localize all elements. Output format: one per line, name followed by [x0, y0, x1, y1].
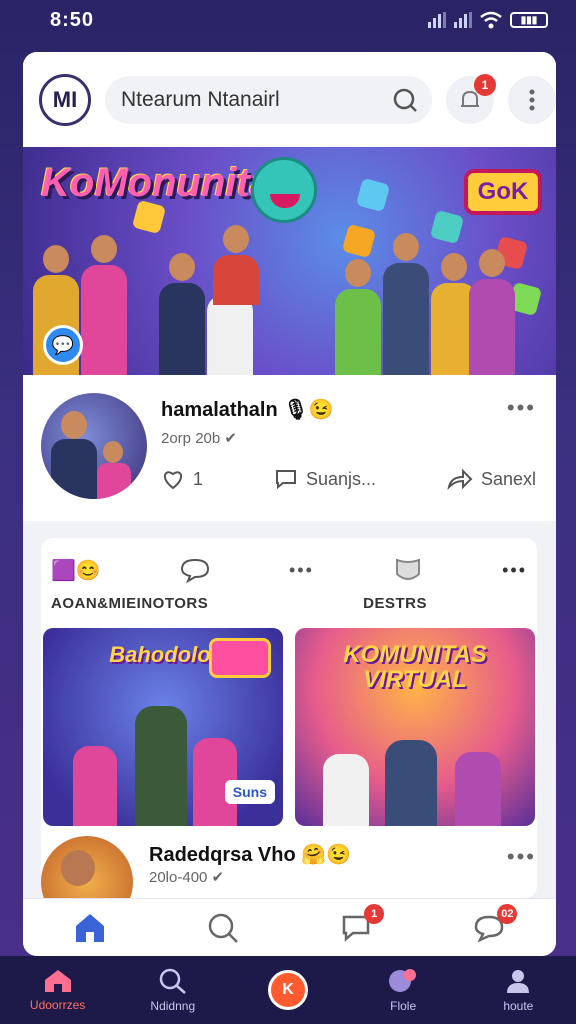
status-icons: ▮▮▮	[428, 11, 548, 29]
bottom-nav-search-label: Ndidnng	[150, 999, 196, 1013]
home-icon	[75, 913, 104, 942]
section-left-label[interactable]: AOAN&MIEINOTORS	[51, 595, 208, 612]
chat-bubble-icon	[389, 969, 417, 992]
search-bar[interactable]	[105, 75, 432, 124]
center-action-button[interactable]: K	[267, 970, 308, 1010]
feed-post-2[interactable]: Radedqrsa Vho 🤗😉 20lo-400 ✔ •••	[23, 828, 556, 928]
post-actions: 1 Suanjs... Sanexl	[161, 467, 536, 491]
thumbnail-card-right[interactable]: KOMUNITAS VIRTUAL	[295, 628, 535, 826]
share-button[interactable]: Sanexl	[447, 467, 536, 491]
share-label: Sanexl	[480, 468, 536, 489]
share-icon	[447, 468, 473, 491]
thumbnail-person	[385, 740, 437, 826]
magnifier-icon	[159, 968, 186, 994]
battery-icon: ▮▮▮	[510, 12, 548, 28]
app-logo[interactable]: MI	[39, 73, 91, 126]
emoji-tag-icon[interactable]: 🟪😊	[51, 558, 101, 583]
bottom-nav-account-label: houte	[503, 999, 534, 1013]
signal-icon	[428, 12, 446, 28]
community-people-illustration	[23, 225, 556, 375]
status-bar: 8:50 ▮▮▮	[0, 0, 576, 40]
more-menu-button[interactable]	[508, 75, 556, 124]
section-right-label[interactable]: DESTRS	[363, 595, 427, 612]
thumbnail-row: Bahodolol Suns KOMUNITAS VIRTUAL	[41, 628, 537, 826]
post-author-name[interactable]: hamalathaln 🎙😉	[161, 397, 334, 422]
bottom-nav-profile[interactable]: Flole	[353, 967, 453, 1013]
hero-banner[interactable]: KoMonunitas! GoK 💬	[23, 147, 556, 375]
section-toolbar: 🟪😊 ••• •••	[41, 552, 537, 588]
feed-post[interactable]: hamalathaln 🎙😉 2orp 20b ✔ ••• 1 Suanjs..…	[23, 375, 556, 521]
bottom-nav-account[interactable]: houte	[468, 967, 568, 1013]
hero-badge: GoK	[464, 169, 542, 215]
comment-label: Suanjs...	[305, 468, 376, 489]
comment-icon	[275, 470, 296, 490]
signal-icon-2	[454, 12, 472, 28]
section-more-icon-2[interactable]: •••	[502, 560, 527, 581]
tab-alerts[interactable]: 02	[469, 903, 518, 948]
tab-chat[interactable]: 1	[336, 903, 385, 948]
post-more-icon[interactable]: •••	[507, 395, 536, 421]
shield-icon[interactable]	[393, 556, 423, 584]
thumbnail-badge-icon	[209, 638, 271, 678]
house-icon	[44, 970, 71, 992]
like-button[interactable]: 1	[161, 467, 203, 491]
like-icon	[163, 471, 183, 490]
section-labels: AOAN&MIEINOTORS DESTRS	[41, 588, 537, 618]
mascot-icon	[251, 157, 317, 223]
notification-badge: 1	[474, 73, 496, 96]
post-avatar[interactable]	[41, 393, 147, 499]
post-2-author-name[interactable]: Radedqrsa Vho 🤗😉	[149, 842, 351, 867]
bottom-nav-search[interactable]: Ndidnng	[123, 967, 223, 1013]
post-2-timestamp: 20lo-400 ✔	[149, 869, 225, 886]
search-input[interactable]	[121, 87, 392, 112]
chat-bubble-button[interactable]: 💬	[43, 325, 83, 365]
chat-badge: 1	[364, 903, 385, 924]
thumbnail-person	[73, 746, 117, 826]
comment-button[interactable]: Suanjs...	[274, 467, 376, 491]
thumbnail-person	[455, 752, 501, 826]
alert-badge: 02	[497, 903, 518, 924]
floating-tile-icon	[355, 177, 391, 213]
top-bar: MI 1	[23, 52, 556, 147]
search-icon[interactable]	[392, 87, 418, 113]
thumbnail-person	[135, 706, 187, 826]
tab-home[interactable]	[70, 908, 110, 948]
thumbnail-left-tag: Suns	[224, 780, 275, 804]
section-more-icon[interactable]: •••	[289, 560, 314, 581]
thumbnail-card-left[interactable]: Bahodolol Suns	[43, 628, 283, 826]
bottom-nav-home-label: Udoorrzes	[29, 998, 86, 1012]
post-timestamp: 2orp 20b ✔	[161, 430, 237, 447]
speech-bubble-icon[interactable]	[180, 557, 210, 583]
thumbnail-person	[323, 754, 369, 826]
wifi-icon	[480, 11, 502, 29]
bottom-nav-center[interactable]: K	[238, 970, 338, 1010]
bottom-nav-profile-label: Flole	[390, 999, 417, 1013]
main-card: MI 1 KoMonunitas! GoK	[23, 52, 556, 956]
notification-button[interactable]: 1	[446, 73, 496, 124]
search-icon	[208, 913, 238, 943]
status-time: 8:50	[50, 8, 95, 31]
like-count: 1	[193, 468, 204, 489]
kebab-icon	[529, 89, 535, 110]
user-icon	[507, 970, 530, 993]
bottom-nav-home[interactable]: Udoorrzes	[8, 968, 108, 1012]
tab-search[interactable]	[203, 908, 243, 948]
post-2-more-icon[interactable]: •••	[507, 844, 536, 870]
bottom-nav: Udoorrzes Ndidnng K Flole houte	[0, 956, 576, 1024]
inner-tab-bar: 1 02	[23, 898, 556, 956]
thumbnail-right-title: KOMUNITAS VIRTUAL	[343, 641, 487, 694]
